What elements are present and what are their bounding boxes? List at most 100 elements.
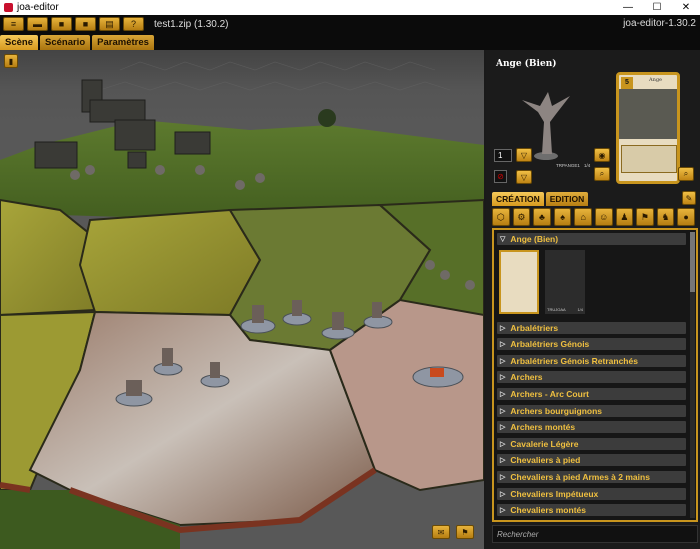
house-icon: ⌂ — [580, 212, 586, 222]
list-item[interactable]: ▷ Chevaliers montés — [497, 504, 686, 517]
tree-icon: ♠ — [560, 212, 565, 222]
chevron-right-icon: ▷ — [500, 457, 506, 465]
category-gear-button[interactable]: ⚙ — [512, 208, 531, 226]
printer-icon: ▤ — [105, 18, 114, 29]
open-file-name: test1.zip (1.30.2) — [154, 18, 229, 30]
help-button[interactable]: ? — [123, 17, 144, 31]
flag-icon: ⚑ — [640, 211, 649, 222]
tab-scenario[interactable]: Scénario — [40, 35, 91, 50]
disc-icon: ● — [683, 212, 689, 222]
scene-viewport[interactable]: ▮ ✉ ⚑ — [0, 50, 484, 549]
open-button[interactable]: ▬ — [27, 17, 48, 31]
category-horse-button[interactable]: ♞ — [656, 208, 675, 226]
preview-title: Ange (Bien) — [496, 59, 557, 69]
eye-icon: ◉ — [598, 150, 606, 160]
list-scrollbar-thumb[interactable] — [690, 232, 695, 292]
chevron-right-icon: ▷ — [500, 341, 506, 349]
thumb-count: 1/4 — [577, 306, 583, 312]
tab-parameters[interactable]: Paramètres — [92, 35, 154, 50]
flag-icon: ⚑ — [461, 527, 469, 537]
list-item[interactable]: ▷ Arbalétriers Génois Retranchés — [497, 354, 686, 367]
list-item[interactable]: ▷ Archers bourguignons — [497, 404, 686, 417]
list-item[interactable]: ▷ Chevaliers à pied Armes à 2 mains — [497, 470, 686, 483]
map-icon: ▮ — [8, 56, 14, 66]
menu-icon: ≡ — [10, 19, 17, 29]
minimize-button[interactable]: — — [614, 0, 642, 15]
tab-scene[interactable]: Scène — [0, 35, 38, 50]
category-house-button[interactable]: ⌂ — [574, 208, 592, 226]
category-token-button[interactable]: ⬡ — [492, 208, 510, 226]
quantity-field[interactable]: 1 — [494, 149, 512, 162]
scene-map-button[interactable]: ✉ — [432, 525, 450, 539]
card-stats — [621, 145, 677, 173]
list-item-label: Arbalétriers Génois Retranchés — [510, 355, 638, 366]
category-flag-button[interactable]: ⚑ — [636, 208, 654, 226]
category-tree-button[interactable]: ♠ — [553, 208, 572, 226]
print-button[interactable]: ▤ — [99, 17, 120, 31]
menu-button[interactable]: ≡ — [3, 17, 24, 31]
chevron-right-icon: ▷ — [500, 390, 506, 398]
tab-edition[interactable]: EDITION — [545, 192, 589, 206]
unit-list[interactable]: ▽ Ange (Bien) TRUJOAA 1/4 ▷ Arbalétriers … — [492, 228, 698, 522]
miniature-thumbnail[interactable]: TRUJOAA 1/4 — [545, 249, 585, 314]
list-item[interactable]: ▷ Chevaliers à pied — [497, 454, 686, 467]
list-item-label: Cavalerie Légère — [510, 438, 579, 449]
zoom-preview-button[interactable]: ⌕ — [594, 167, 610, 181]
window-titlebar: joa-editor — ☐ ✕ — [0, 0, 700, 15]
list-item-label: Archers montés — [510, 422, 576, 433]
magnifier-icon: ⌕ — [599, 169, 605, 178]
token-icon: ⬡ — [496, 211, 505, 222]
people-icon: ☺ — [599, 212, 609, 222]
chevron-right-icon: ▷ — [500, 374, 506, 382]
list-item-expanded[interactable]: ▽ Ange (Bien) — [497, 233, 686, 245]
hex-tile-field-center — [78, 208, 262, 317]
chevron-right-icon: ▷ — [500, 440, 506, 448]
list-item-label: Arbalétriers — [510, 322, 559, 333]
tab-creation[interactable]: CRÉATION — [492, 192, 544, 206]
person-icon: ♟ — [620, 211, 629, 222]
list-item-label: Archers bourguignons — [510, 405, 603, 416]
list-item[interactable]: ▷ Archers montés — [497, 421, 686, 434]
list-item-label: Ange (Bien) — [510, 234, 559, 244]
category-people-button[interactable]: ☺ — [594, 208, 613, 226]
chevron-down-icon: ▽ — [500, 236, 506, 243]
window-title: joa-editor — [17, 2, 59, 13]
category-filter-bar: ⬡ ⚙ ♣ ♠ ⌂ ☺ ♟ ⚑ ♞ ● — [492, 208, 698, 228]
scene-overlay-button[interactable]: ▮ — [4, 54, 18, 68]
category-person-button[interactable]: ♟ — [615, 208, 634, 226]
view-button[interactable]: ◉ — [594, 148, 610, 162]
category-group-button[interactable]: ♣ — [533, 208, 551, 226]
list-item[interactable]: ▷ Archers - Arc Court — [497, 387, 686, 400]
scene-render — [0, 61, 484, 549]
quantity-dropdown-button[interactable]: ▽ — [516, 148, 532, 162]
faction-dropdown-button[interactable]: ▽ — [516, 170, 532, 184]
wrench-icon: ✎ — [685, 193, 693, 203]
list-item-label: Chevaliers Impétueux — [510, 488, 599, 499]
maximize-button[interactable]: ☐ — [643, 0, 671, 15]
group-icon: ♣ — [539, 212, 545, 222]
faction-selector[interactable]: ⊘ — [494, 170, 507, 183]
tools-button[interactable]: ✎ — [682, 191, 696, 205]
save-as-button[interactable]: ■ — [75, 17, 96, 31]
list-item-label: Chevaliers à pied Armes à 2 mains — [510, 471, 650, 482]
save-button[interactable]: ■ — [51, 17, 72, 31]
list-item-label: Archers — [510, 372, 543, 383]
folder-icon: ▬ — [33, 19, 42, 29]
zoom-card-button[interactable]: ⌕ — [678, 167, 694, 181]
card-thumbnail[interactable] — [499, 249, 539, 314]
floppy-plus-icon: ■ — [82, 19, 89, 29]
horse-icon: ♞ — [661, 211, 670, 222]
scroll-map-icon: ✉ — [437, 527, 445, 537]
close-button[interactable]: ✕ — [672, 0, 700, 15]
category-disc-button[interactable]: ● — [677, 208, 695, 226]
list-item[interactable]: ▷ Cavalerie Légère — [497, 437, 686, 450]
list-scrollbar[interactable] — [690, 232, 695, 518]
search-input[interactable]: Rechercher — [492, 525, 698, 543]
chevron-right-icon: ▷ — [500, 324, 506, 332]
list-item[interactable]: ▷ Chevaliers Impétueux — [497, 487, 686, 500]
list-item[interactable]: ▷ Arbalétriers Génois — [497, 338, 686, 351]
list-item[interactable]: ▷ Archers — [497, 371, 686, 384]
list-item[interactable]: ▷ Arbalétriers — [497, 321, 686, 334]
list-item-label: Arbalétriers Génois — [510, 339, 590, 350]
scene-flag-button[interactable]: ⚑ — [456, 525, 474, 539]
